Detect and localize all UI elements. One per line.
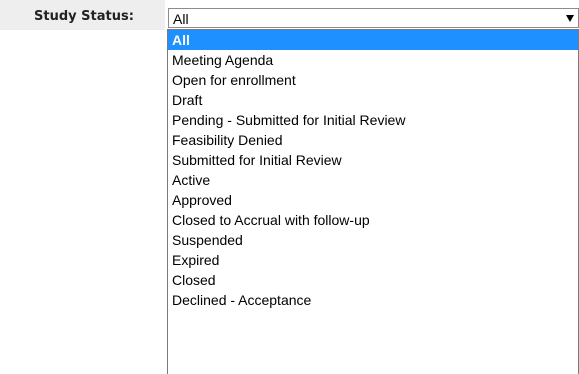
dropdown-option-all[interactable]: All [168, 30, 578, 50]
triangle-down-icon[interactable] [564, 11, 576, 25]
dropdown-option-closed[interactable]: Closed [168, 270, 578, 290]
dropdown-option-submitted-for-initial-review[interactable]: Submitted for Initial Review [168, 150, 578, 170]
dropdown-option-open-for-enrollment[interactable]: Open for enrollment [168, 70, 578, 90]
study-status-dropdown-list[interactable]: All Meeting Agenda Open for enrollment D… [167, 29, 579, 374]
dropdown-option-closed-to-accrual-with-follow-up[interactable]: Closed to Accrual with follow-up [168, 210, 578, 230]
study-status-label: Study Status: [34, 9, 134, 24]
dropdown-option-active[interactable]: Active [168, 170, 578, 190]
study-status-select[interactable]: All [168, 8, 579, 28]
study-status-filter-row: Study Status: All [0, 0, 579, 30]
dropdown-option-declined-acceptance[interactable]: Declined - Acceptance [168, 290, 578, 310]
dropdown-option-pending-submitted-for-initial-review[interactable]: Pending - Submitted for Initial Review [168, 110, 578, 130]
study-status-selected-value: All [173, 11, 189, 27]
filter-label-cell: Study Status: [0, 0, 165, 30]
dropdown-option-draft[interactable]: Draft [168, 90, 578, 110]
dropdown-option-approved[interactable]: Approved [168, 190, 578, 210]
dropdown-option-expired[interactable]: Expired [168, 250, 578, 270]
dropdown-option-suspended[interactable]: Suspended [168, 230, 578, 250]
dropdown-option-feasibility-denied[interactable]: Feasibility Denied [168, 130, 578, 150]
dropdown-option-meeting-agenda[interactable]: Meeting Agenda [168, 50, 578, 70]
